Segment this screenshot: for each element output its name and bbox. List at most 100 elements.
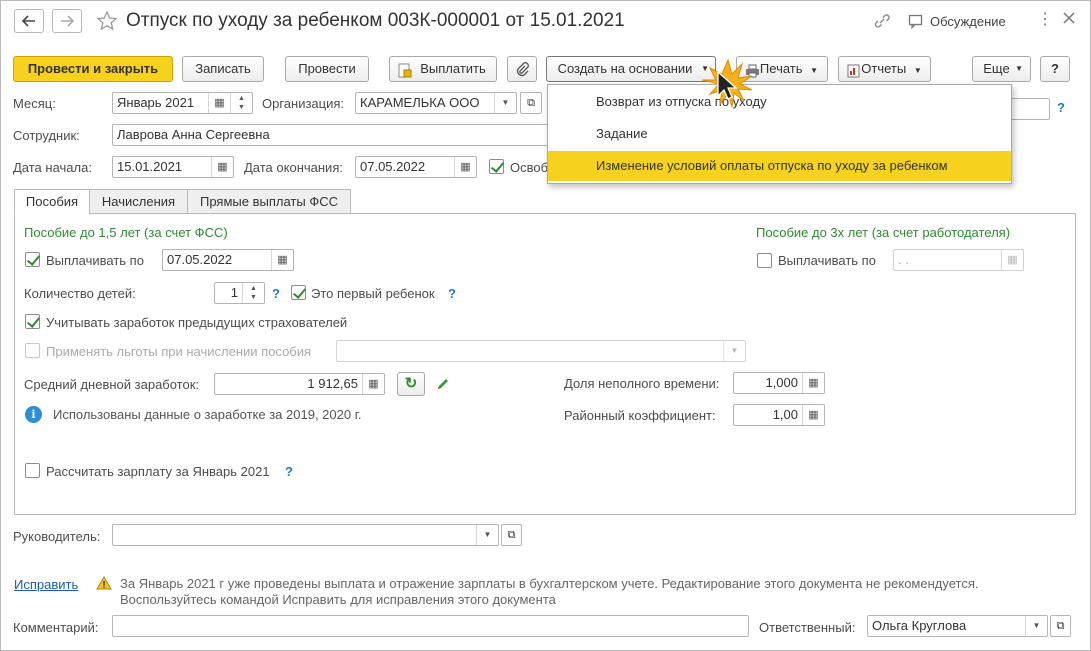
spinner-icon[interactable]: ▲ ▼ (242, 283, 264, 303)
end-date-field[interactable]: 07.05.2022 ▦ (355, 156, 477, 178)
start-date-label: Дата начала: (13, 160, 92, 175)
menu-item-change-payment-conditions[interactable]: Изменение условий оплаты отпуска по уход… (548, 151, 1011, 181)
pay-until-3y-field[interactable]: . . ▦ (893, 249, 1024, 271)
month-label: Месяц: (13, 96, 56, 111)
avg-earnings-value: 1 912,65 (307, 376, 358, 391)
close-icon[interactable] (1062, 11, 1076, 28)
discussion-icon[interactable] (908, 13, 924, 32)
organization-label: Организация: (262, 96, 345, 111)
calendar-icon[interactable]: ▦ (454, 157, 476, 177)
prev-insurers-checkbox[interactable] (25, 314, 40, 329)
calculator-icon[interactable]: ▦ (362, 374, 384, 394)
open-responsible-button[interactable]: ⧉ (1050, 615, 1071, 637)
tab-accruals[interactable]: Начисления (89, 189, 188, 214)
chevron-down-icon[interactable]: ▼ (476, 525, 498, 545)
children-count-field[interactable]: 1 ▲ ▼ (214, 282, 265, 304)
refresh-button[interactable]: ↻ (397, 372, 425, 396)
chevron-down-icon[interactable]: ▼ (1025, 616, 1047, 636)
menu-item-task[interactable]: Задание (548, 119, 1011, 149)
privileges-select[interactable]: ▼ (336, 340, 746, 362)
chevron-down-icon[interactable]: ▼ (494, 93, 516, 113)
menu-item-return-from-leave[interactable]: Возврат из отпуска по уходу (548, 87, 1011, 117)
extra-field[interactable] (1010, 98, 1050, 120)
calendar-icon[interactable]: ▦ (211, 157, 233, 177)
pay-until-field[interactable]: 07.05.2022 ▦ (162, 249, 294, 271)
calculator-icon[interactable]: ▦ (802, 373, 824, 393)
privileges-label: Применять льготы при начислении пособия (46, 344, 312, 359)
reports-button[interactable]: Отчеты ▼ (838, 56, 931, 82)
privileges-checkbox[interactable] (25, 343, 40, 358)
pay-until-3y-checkbox[interactable] (757, 253, 772, 268)
part-time-field[interactable]: 1,000 ▦ (733, 372, 825, 394)
release-checkbox[interactable] (489, 159, 504, 174)
avg-earnings-field[interactable]: 1 912,65 ▦ (214, 373, 385, 395)
mouse-cursor-icon (700, 58, 756, 117)
calendar-icon[interactable]: ▦ (1001, 250, 1023, 270)
prev-insurers-label: Учитывать заработок предыдущих страховат… (46, 315, 348, 330)
calendar-icon[interactable]: ▦ (208, 93, 230, 113)
responsible-label: Ответственный: (759, 620, 856, 635)
pay-until-label: Выплачивать по (46, 253, 144, 268)
calculator-icon[interactable]: ▦ (802, 405, 824, 425)
first-child-checkbox[interactable] (291, 285, 306, 300)
info-icon: i (25, 406, 42, 423)
help-mark[interactable]: ? (448, 286, 456, 301)
pay-until-3y-value: . . (898, 252, 909, 267)
favorite-star-icon[interactable] (96, 10, 118, 35)
avg-earnings-label: Средний дневной заработок: (24, 377, 200, 392)
tab-benefits[interactable]: Пособия (14, 189, 90, 215)
section-title-fss: Пособие до 1,5 лет (за счет ФСС) (24, 225, 228, 240)
forward-button[interactable] (52, 9, 82, 33)
more-button[interactable]: Еще ▼ (972, 56, 1031, 82)
fix-link[interactable]: Исправить (14, 577, 78, 592)
regional-coef-field[interactable]: 1,00 ▦ (733, 404, 825, 426)
help-mark[interactable]: ? (272, 286, 280, 301)
help-mark[interactable]: ? (285, 464, 293, 479)
warning-line-2: Воспользуйтесь командой Исправить для ис… (120, 592, 556, 607)
arrow-right-icon (61, 15, 75, 27)
paperclip-icon (516, 62, 529, 77)
employee-label: Сотрудник: (13, 128, 80, 143)
more-label: Еще (983, 61, 1010, 76)
reports-label: Отчеты (861, 61, 907, 76)
help-button[interactable]: ? (1040, 56, 1070, 82)
pay-button[interactable]: Выплатить (389, 56, 497, 82)
spinner-icon[interactable]: ▲ ▼ (230, 93, 252, 113)
chevron-down-icon[interactable]: ▼ (723, 341, 745, 361)
organization-field[interactable]: КАРАМЕЛЬКА ООО ▼ (355, 92, 517, 114)
calc-salary-checkbox[interactable] (25, 463, 40, 478)
end-date-label: Дата окончания: (244, 160, 343, 175)
tab-direct-payments[interactable]: Прямые выплаты ФСС (187, 189, 351, 214)
post-button[interactable]: Провести (285, 56, 369, 82)
report-icon (847, 62, 860, 86)
warning-line-1: За Январь 2021 г уже проведены выплата и… (120, 576, 979, 591)
window-title: Отпуск по уходу за ребенком 003К-000001 … (126, 10, 625, 31)
comment-field[interactable] (112, 615, 749, 637)
chevron-down-icon: ▼ (1015, 64, 1023, 73)
more-vertical-icon[interactable]: ⋮ (1037, 12, 1053, 30)
manager-label: Руководитель: (13, 529, 101, 544)
post-and-close-button[interactable]: Провести и закрыть (13, 56, 173, 82)
help-mark[interactable]: ? (1057, 100, 1065, 115)
discussion-link[interactable]: Обсуждение (930, 14, 1006, 29)
pay-until-checkbox[interactable] (25, 252, 40, 267)
arrow-left-icon (21, 15, 35, 27)
responsible-field[interactable]: Ольга Круглова ▼ (867, 615, 1048, 637)
create-based-on-button[interactable]: Создать на основании ▼ (546, 56, 716, 82)
calendar-icon[interactable]: ▦ (271, 250, 293, 270)
open-organization-button[interactable]: ⧉ (520, 92, 542, 114)
employee-value: Лаврова Анна Сергеевна (117, 127, 270, 142)
month-value: Январь 2021 (117, 95, 195, 110)
start-date-value: 15.01.2021 (117, 159, 183, 174)
start-date-field[interactable]: 15.01.2021 ▦ (112, 156, 234, 178)
manager-field[interactable]: ▼ (112, 524, 499, 546)
open-manager-button[interactable]: ⧉ (501, 524, 522, 546)
attach-button[interactable] (507, 56, 537, 82)
responsible-value: Ольга Круглова (872, 618, 967, 633)
edit-pencil-icon[interactable] (436, 377, 450, 394)
employee-field[interactable]: Лаврова Анна Сергеевна (112, 124, 552, 146)
save-button[interactable]: Записать (182, 56, 264, 82)
link-icon[interactable] (873, 13, 891, 32)
back-button[interactable] (14, 9, 44, 33)
month-field[interactable]: Январь 2021 ▦ ▲ ▼ (112, 92, 253, 114)
